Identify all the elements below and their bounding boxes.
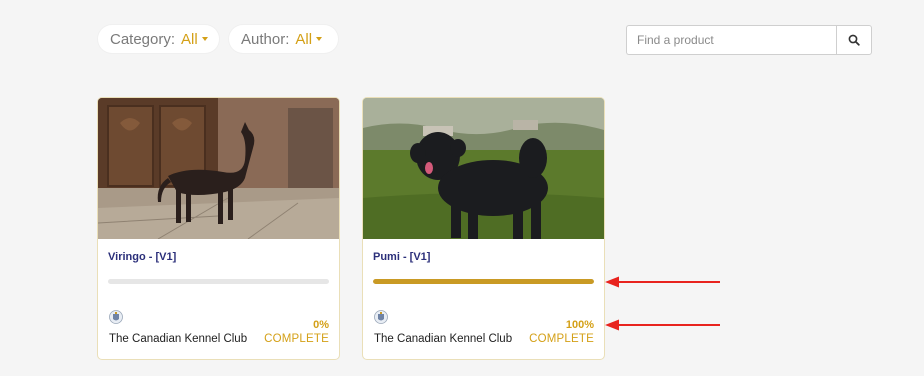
- annotation-arrow-icon: [605, 276, 720, 288]
- progress-percent: 100%: [565, 319, 594, 331]
- progress-percent: 0%: [313, 319, 329, 331]
- search-input[interactable]: [626, 25, 836, 55]
- progress-bar: [108, 279, 329, 284]
- status-label: COMPLETE: [264, 333, 329, 345]
- page: Category: All Author: All Find a product…: [0, 0, 924, 376]
- product-title[interactable]: Viringo - [V1]: [108, 251, 176, 263]
- product-image[interactable]: [363, 98, 604, 239]
- organization-name: The Canadian Kennel Club: [109, 333, 248, 345]
- kennel-club-logo-icon: [374, 310, 388, 324]
- product-image[interactable]: [98, 98, 339, 239]
- kennel-club-logo-icon: [109, 310, 123, 324]
- author-filter-value: All: [295, 30, 313, 48]
- annotation-arrow-icon: [605, 319, 720, 331]
- catalog-panel: Category: All Author: All Find a product…: [0, 0, 924, 360]
- category-filter-value: All: [181, 30, 198, 48]
- progress-bar-fill: [373, 279, 594, 284]
- product-card[interactable]: Viringo - [V1] 0% The Canadian Kennel Cl…: [97, 97, 340, 360]
- search-icon: [848, 34, 860, 46]
- category-filter-label: Category:: [110, 30, 176, 48]
- author-filter[interactable]: Author: All: [229, 25, 338, 53]
- progress-bar: [373, 279, 594, 284]
- product-title[interactable]: Pumi - [V1]: [373, 251, 430, 263]
- curly-black-dog-photo: [363, 98, 604, 239]
- hairless-dog-photo: [98, 98, 339, 239]
- category-filter[interactable]: Category: All: [98, 25, 219, 53]
- chevron-down-icon: [316, 37, 323, 41]
- product-search: [626, 25, 872, 55]
- chevron-down-icon: [201, 37, 208, 41]
- status-label: COMPLETE: [529, 333, 594, 345]
- organization-name: The Canadian Kennel Club: [374, 333, 513, 345]
- author-filter-label: Author:: [241, 30, 290, 48]
- product-card[interactable]: Pumi - [V1] 100% The Canadian Kennel Clu…: [362, 97, 605, 360]
- search-button[interactable]: [836, 25, 872, 55]
